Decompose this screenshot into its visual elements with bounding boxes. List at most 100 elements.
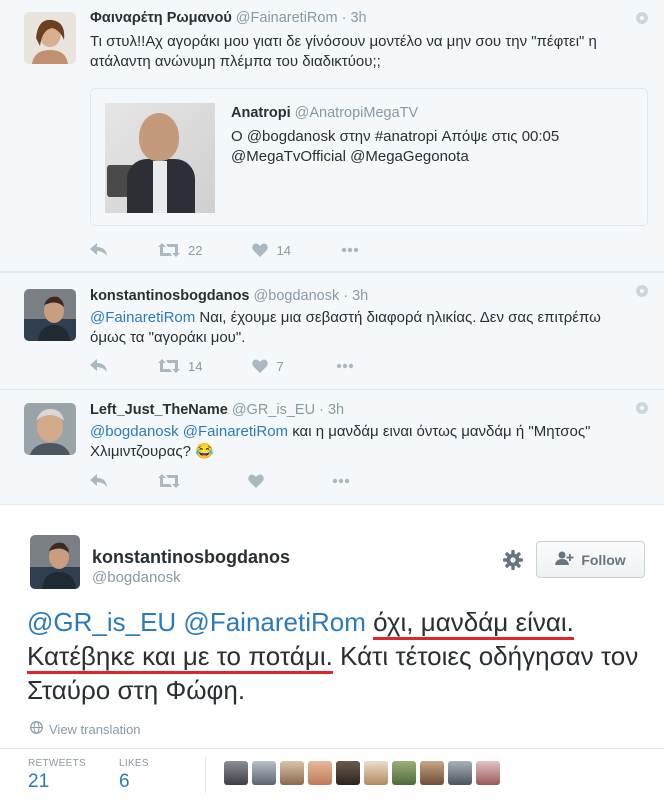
- reply-button[interactable]: [90, 359, 108, 373]
- tweet-item[interactable]: konstantinosbogdanos @bogdanosk · 3h @Fa…: [0, 272, 664, 390]
- likes-count: 6: [119, 771, 130, 792]
- liker-avatar[interactable]: [476, 761, 500, 785]
- retweets-label: RETWEETS: [28, 758, 86, 769]
- reply-icon: [90, 474, 108, 488]
- username[interactable]: @bogdanosk: [92, 569, 181, 586]
- liker-avatar[interactable]: [224, 761, 248, 785]
- username[interactable]: @bogdanosk: [254, 288, 340, 304]
- timestamp[interactable]: 3h: [328, 402, 344, 418]
- like-count: 14: [276, 242, 291, 258]
- tweet-actions: [90, 471, 400, 491]
- quoted-tweet[interactable]: Anatropi @AnatropiMegaTV Ο @bogdanosk στ…: [90, 88, 648, 226]
- reply-icon: [90, 243, 108, 257]
- liker-avatar[interactable]: [448, 761, 472, 785]
- like-count: 7: [276, 358, 284, 374]
- liker-avatars: [224, 761, 500, 785]
- liker-avatar[interactable]: [252, 761, 276, 785]
- underlined-text: όχι, μανδάμ είναι.: [373, 607, 574, 640]
- reply-icon: [90, 359, 108, 373]
- tweet-actions: 22 14: [90, 240, 409, 260]
- quoted-tweet-text: Ο @bogdanosk στην #anatropi Απόψε στις 0…: [231, 128, 560, 165]
- more-icon: [341, 247, 359, 253]
- timestamp[interactable]: 3h: [352, 288, 368, 304]
- liker-avatar[interactable]: [420, 761, 444, 785]
- more-icon: [336, 363, 354, 369]
- avatar[interactable]: [24, 403, 76, 455]
- like-button[interactable]: [248, 474, 282, 488]
- mention-link[interactable]: @bogdanosk @FainaretiRom: [90, 423, 288, 440]
- quoted-tweet-header: Anatropi @AnatropiMegaTV: [231, 105, 418, 121]
- avatar[interactable]: [24, 289, 76, 341]
- separator: ·: [343, 288, 349, 304]
- underlined-text: Κατέβηκε και με το ποτάμι.: [27, 641, 333, 674]
- tweet-item[interactable]: Left_Just_TheName @GR_is_EU · 3h @bogdan…: [0, 390, 664, 505]
- follow-button[interactable]: Follow: [536, 541, 645, 578]
- retweets-count: 21: [28, 771, 50, 792]
- retweet-button[interactable]: [158, 474, 198, 488]
- follow-icon: [555, 551, 575, 568]
- like-icon: [248, 474, 264, 488]
- tweet-header: Left_Just_TheName @GR_is_EU · 3h: [90, 402, 344, 418]
- like-button[interactable]: 7: [252, 359, 286, 374]
- quoted-tweet-image: [105, 103, 215, 213]
- quoted-username: @AnatropiMegaTV: [294, 105, 419, 121]
- tweet-actions: 14 7: [90, 356, 404, 376]
- retweet-count: 14: [188, 358, 203, 374]
- tweet-text: @bogdanosk @FainaretiRom και η μανδάμ ει…: [90, 422, 634, 462]
- tweet-text: @FainaretiRom Ναι, έχουμε μια σεβαστή δι…: [90, 308, 634, 348]
- liker-avatar[interactable]: [392, 761, 416, 785]
- liker-avatar[interactable]: [308, 761, 332, 785]
- timestamp[interactable]: 3h: [350, 10, 366, 26]
- retweets-stat[interactable]: RETWEETS 21: [28, 758, 86, 793]
- globe-icon: [30, 721, 43, 737]
- gear-icon[interactable]: [502, 549, 524, 571]
- likes-label: LIKES: [119, 758, 149, 769]
- more-icon: [332, 478, 350, 484]
- mention-links[interactable]: @GR_is_EU @FainaretiRom: [27, 607, 366, 637]
- tweet-item[interactable]: Φαιναρέτη Ρωμανού @FainaretiRom · 3h Τι …: [0, 0, 664, 272]
- liker-avatar[interactable]: [280, 761, 304, 785]
- tweet-menu-icon[interactable]: [636, 285, 648, 297]
- like-icon: [252, 359, 269, 373]
- display-name[interactable]: konstantinosbogdanos: [90, 288, 250, 304]
- tweet-stats: RETWEETS 21 LIKES 6: [0, 748, 664, 798]
- retweet-icon: [158, 474, 180, 488]
- quoted-display-name: Anatropi: [231, 105, 291, 121]
- tweet-header: Φαιναρέτη Ρωμανού @FainaretiRom · 3h: [90, 10, 367, 26]
- tweet-menu-icon[interactable]: [636, 402, 648, 414]
- avatar[interactable]: [30, 535, 80, 589]
- focused-tweet: konstantinosbogdanos @bogdanosk Follow @…: [0, 505, 664, 809]
- username[interactable]: @GR_is_EU: [232, 402, 315, 418]
- liker-avatar[interactable]: [364, 761, 388, 785]
- view-translation-label: View translation: [49, 721, 141, 737]
- username[interactable]: @FainaretiRom: [236, 10, 338, 26]
- follow-label: Follow: [581, 551, 626, 568]
- tweet-text: @GR_is_EU @FainaretiRom όχι, μανδάμ είνα…: [27, 605, 652, 707]
- retweet-count: 22: [188, 242, 203, 258]
- retweet-button[interactable]: 22: [158, 243, 202, 258]
- reply-button[interactable]: [90, 474, 108, 488]
- separator: ·: [319, 402, 324, 418]
- avatar[interactable]: [24, 12, 76, 64]
- reply-button[interactable]: [90, 243, 108, 257]
- like-button[interactable]: 14: [252, 242, 291, 258]
- tweet-text: Τι στυλ!!Αχ αγοράκι μου γιατι δε γίνόσου…: [90, 33, 597, 70]
- like-icon: [252, 243, 269, 257]
- retweet-button[interactable]: 14: [158, 359, 202, 374]
- display-name[interactable]: Left_Just_TheName: [90, 402, 228, 418]
- divider: [205, 757, 206, 793]
- mention-link[interactable]: @FainaretiRom: [90, 309, 195, 326]
- retweet-icon: [158, 243, 180, 257]
- separator: ·: [341, 10, 347, 26]
- liker-avatar[interactable]: [336, 761, 360, 785]
- view-translation-link[interactable]: View translation: [30, 721, 141, 737]
- more-button[interactable]: [332, 478, 350, 484]
- display-name[interactable]: konstantinosbogdanos: [92, 547, 290, 568]
- tweet-header: konstantinosbogdanos @bogdanosk · 3h: [90, 288, 368, 304]
- conversation-thread: Φαιναρέτη Ρωμανού @FainaretiRom · 3h Τι …: [0, 0, 664, 505]
- more-button[interactable]: [336, 363, 354, 369]
- likes-stat[interactable]: LIKES 6: [119, 758, 149, 793]
- tweet-menu-icon[interactable]: [636, 12, 648, 24]
- more-button[interactable]: [341, 247, 359, 253]
- display-name[interactable]: Φαιναρέτη Ρωμανού: [90, 10, 232, 26]
